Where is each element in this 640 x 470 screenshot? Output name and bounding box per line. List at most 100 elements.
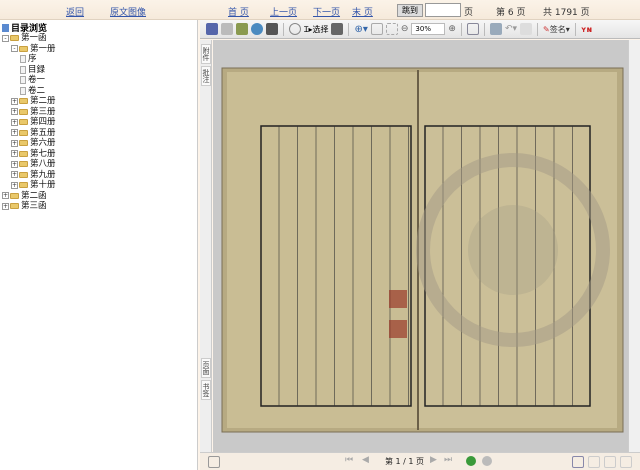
tree-item-label: 第一函 xyxy=(21,33,47,43)
tree-item-label: 第九册 xyxy=(30,169,56,180)
select-label: 选择 xyxy=(312,24,329,34)
tree-item[interactable]: + 第二册 xyxy=(0,96,197,107)
next-page-icon[interactable]: ▶ xyxy=(430,455,437,465)
top-nav-bar: 返回 原文图像 首 页 上一页 下一页 末 页 跳到 页 第 6 页 共 179… xyxy=(0,0,640,20)
undo-icon[interactable]: ↶▾ xyxy=(505,24,517,34)
print-icon[interactable] xyxy=(221,23,233,35)
expand-toggle-icon[interactable]: + xyxy=(11,150,18,158)
fit-width-icon[interactable] xyxy=(385,23,398,35)
side-tab-pages[interactable]: 页面 xyxy=(201,358,211,378)
expand-toggle-icon[interactable]: + xyxy=(11,171,18,179)
tree-item-label: 目録 xyxy=(28,64,46,75)
tree-item[interactable]: + 第九册 xyxy=(0,170,197,181)
current-page-label: 第 6 页 xyxy=(496,8,526,18)
tree-item[interactable]: 序 xyxy=(0,54,197,65)
tree-item[interactable]: + 第二函 xyxy=(0,191,197,202)
expand-toggle-icon[interactable]: + xyxy=(11,97,18,105)
tree-item[interactable]: 卷二 xyxy=(0,86,197,97)
tree-item-label: 卷一 xyxy=(28,75,46,85)
comment-icon[interactable] xyxy=(489,23,502,35)
pdf-toolbar: Ɪ▸选择 ⊕▾ ⊖ 30% ⊕ ↶▾ ✎签名▾ ʏɴ xyxy=(200,20,640,39)
web-icon[interactable] xyxy=(251,23,263,35)
zoom-in-icon[interactable]: ⊕▾ xyxy=(354,24,367,35)
tree-item-label: 第二函 xyxy=(21,190,47,201)
seal-stamp xyxy=(389,320,407,338)
tree-item[interactable]: 卷一 xyxy=(0,75,197,86)
tree-item[interactable]: - 第一函 xyxy=(0,33,197,44)
expand-toggle-icon[interactable]: + xyxy=(2,202,9,210)
expand-toggle-icon[interactable]: + xyxy=(11,139,18,147)
side-tab-bookmarks[interactable]: 书签 xyxy=(201,380,211,400)
expand-toggle-icon[interactable]: + xyxy=(11,108,18,116)
tree-item[interactable]: + 第八册 xyxy=(0,159,197,170)
last-page-link[interactable]: 末 页 xyxy=(352,5,373,18)
page-layout-icon[interactable] xyxy=(466,23,479,35)
folder-icon xyxy=(19,108,28,115)
tree-item-label: 第一册 xyxy=(30,43,56,54)
document-icon xyxy=(20,55,26,64)
vertical-scrollbar[interactable] xyxy=(628,40,640,452)
prev-page-link[interactable]: 上一页 xyxy=(270,5,297,18)
tree-item-label: 第三册 xyxy=(30,106,56,117)
next-page-link[interactable]: 下一页 xyxy=(313,5,340,18)
select-tool-button[interactable]: Ɪ▸选择 xyxy=(304,24,328,35)
find-icon[interactable] xyxy=(266,23,278,35)
continuous-page-icon[interactable] xyxy=(588,456,600,468)
tree-item-label: 卷二 xyxy=(28,85,46,96)
tree-item[interactable]: + 第四册 xyxy=(0,117,197,128)
tree-item-label: 第八册 xyxy=(30,159,56,169)
folder-icon xyxy=(10,192,19,199)
first-page-link[interactable]: 首 页 xyxy=(228,5,249,18)
expand-toggle-icon[interactable]: + xyxy=(11,160,18,168)
goto-button[interactable]: 跳到 xyxy=(397,4,423,17)
expand-toggle-icon[interactable]: + xyxy=(11,129,18,137)
tree-item[interactable]: + 第十册 xyxy=(0,180,197,191)
tree-item[interactable]: + 第六册 xyxy=(0,138,197,149)
export-icon[interactable] xyxy=(236,23,248,35)
folder-icon xyxy=(19,161,28,168)
sign-button[interactable]: ✎签名▾ xyxy=(543,24,570,35)
single-page-icon[interactable] xyxy=(572,456,584,468)
document-icon xyxy=(20,86,26,95)
panel-toggle-icon[interactable] xyxy=(208,456,220,468)
tree-item[interactable]: + 第七册 xyxy=(0,149,197,160)
zoom-out-icon[interactable]: ⊖ xyxy=(401,24,409,34)
fit-page-icon[interactable] xyxy=(370,23,383,35)
zoom-out-circle-icon[interactable] xyxy=(482,456,492,466)
tree-item[interactable]: - 第一册 xyxy=(0,44,197,55)
zoom-level-select[interactable]: 30% xyxy=(411,23,446,35)
zoom-in-circle-icon[interactable] xyxy=(466,456,476,466)
tree-item[interactable]: + 第五册 xyxy=(0,128,197,139)
book-page-image xyxy=(221,67,624,433)
expand-toggle-icon[interactable]: + xyxy=(11,118,18,126)
tree-item-label: 第四册 xyxy=(30,117,56,127)
tree-item-label: 第七册 xyxy=(30,148,56,159)
save-icon[interactable] xyxy=(206,23,218,35)
original-image-link[interactable]: 原文图像 xyxy=(110,5,146,18)
side-tab-annotations[interactable]: 批注 xyxy=(201,66,211,86)
redo-icon[interactable] xyxy=(520,23,533,35)
document-viewer[interactable] xyxy=(213,40,628,452)
tree-item[interactable]: + 第三函 xyxy=(0,201,197,212)
folder-icon xyxy=(10,203,19,210)
zoom-plus-icon[interactable]: ⊕ xyxy=(448,24,456,34)
continuous-facing-icon[interactable] xyxy=(620,456,632,468)
snapshot-icon[interactable] xyxy=(331,23,344,35)
page-number-input[interactable] xyxy=(425,3,461,17)
expand-toggle-icon[interactable]: - xyxy=(2,34,9,42)
prev-page-icon[interactable]: ◀ xyxy=(362,455,369,465)
tree-item[interactable]: 目録 xyxy=(0,65,197,76)
tree-item-label: 第六册 xyxy=(30,138,56,148)
expand-toggle-icon[interactable]: + xyxy=(11,181,18,189)
expand-toggle-icon[interactable]: + xyxy=(2,192,9,200)
back-link[interactable]: 返回 xyxy=(66,5,84,18)
page-unit-label: 页 xyxy=(464,8,474,18)
side-tab-attachments[interactable]: 附件 xyxy=(201,44,211,64)
first-page-icon[interactable]: ⏮ xyxy=(345,455,353,465)
sign-label: 签名 xyxy=(549,24,566,34)
hand-tool-icon[interactable] xyxy=(289,23,301,35)
expand-toggle-icon[interactable]: - xyxy=(11,45,18,53)
tree-item[interactable]: + 第三册 xyxy=(0,107,197,118)
last-page-icon[interactable]: ⏭ xyxy=(444,455,452,465)
facing-page-icon[interactable] xyxy=(604,456,616,468)
